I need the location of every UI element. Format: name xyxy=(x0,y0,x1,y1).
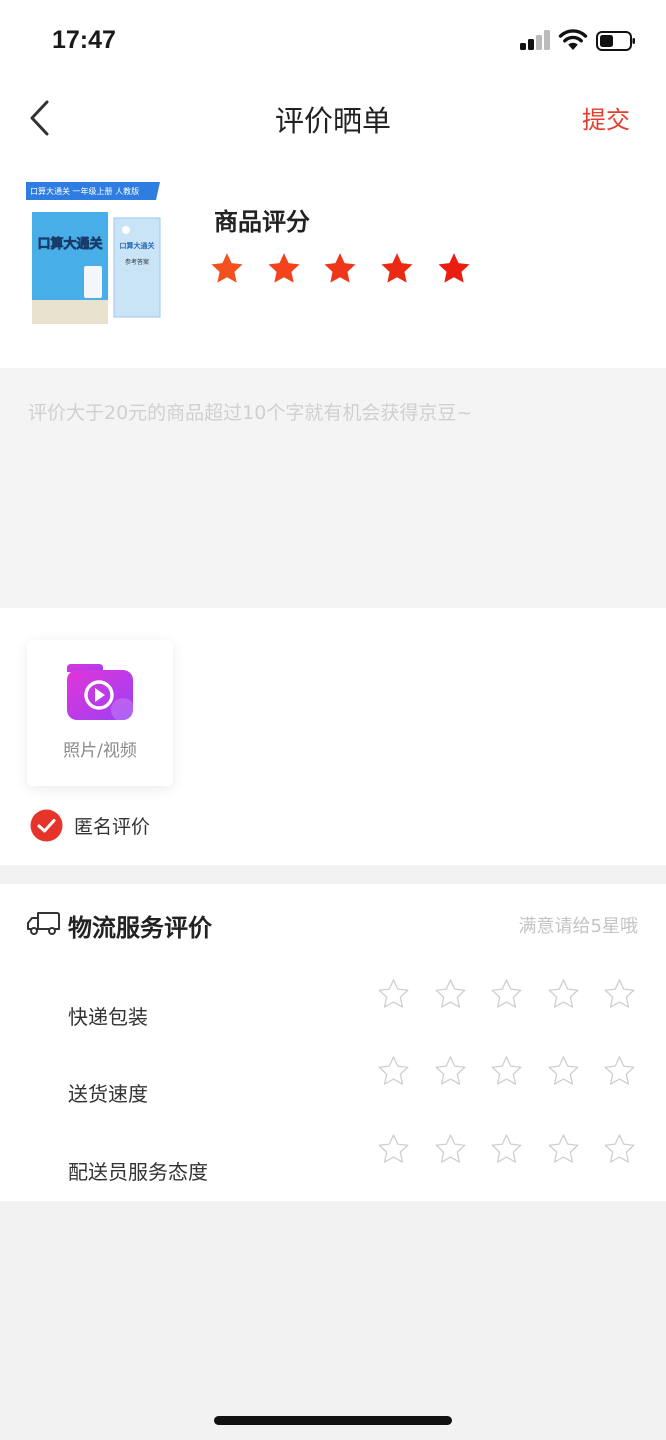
star-icon[interactable] xyxy=(321,250,359,288)
courier-attitude-rating-stars xyxy=(376,1132,659,1167)
check-circle-icon[interactable] xyxy=(30,809,63,842)
star-icon[interactable] xyxy=(489,977,524,1012)
logistics-hint: 满意请给5星哦 xyxy=(518,916,638,937)
logistics-section: 物流服务评价 满意请给5星哦 快递包装 送货速度 配送员服务态度 xyxy=(0,884,666,1201)
product-image: 口算大通关 一年级上册 人教版 口算大通关 口算大通关 参考答案 xyxy=(26,182,161,324)
status-bar: 17:47 xyxy=(0,0,666,80)
star-icon[interactable] xyxy=(376,977,411,1012)
star-icon[interactable] xyxy=(376,1054,411,1089)
star-icon[interactable] xyxy=(546,1054,581,1089)
star-icon[interactable] xyxy=(602,1132,637,1167)
rating-row-label: 快递包装 xyxy=(68,1005,148,1029)
review-area xyxy=(0,368,666,608)
product-card: 口算大通关 一年级上册 人教版 口算大通关 口算大通关 参考答案 商品评分 xyxy=(0,156,666,368)
wifi-icon xyxy=(558,29,588,50)
star-icon[interactable] xyxy=(376,1132,411,1167)
rating-row-label: 配送员服务态度 xyxy=(68,1160,208,1184)
anonymous-toggle[interactable]: 匿名评价 xyxy=(30,808,150,842)
star-icon[interactable] xyxy=(489,1132,524,1167)
battery-icon xyxy=(596,31,635,51)
logistics-title: 物流服务评价 xyxy=(68,914,212,942)
svg-text:口算大通关: 口算大通关 xyxy=(37,236,102,252)
rating-row-packaging: 快递包装 xyxy=(0,977,666,1037)
star-icon[interactable] xyxy=(489,1054,524,1089)
star-icon[interactable] xyxy=(378,250,416,288)
star-icon[interactable] xyxy=(602,1054,637,1089)
star-icon[interactable] xyxy=(546,1132,581,1167)
review-textarea[interactable] xyxy=(28,398,638,578)
star-icon[interactable] xyxy=(435,250,473,288)
svg-text:口算大通关 一年级上册 人教版: 口算大通关 一年级上册 人教版 xyxy=(30,186,139,196)
rating-row-courier-attitude: 配送员服务态度 xyxy=(0,1132,666,1192)
packaging-rating-stars xyxy=(376,977,659,1012)
star-icon[interactable] xyxy=(208,250,246,288)
upload-media-button[interactable]: 照片/视频 xyxy=(27,640,173,786)
star-icon[interactable] xyxy=(433,1054,468,1089)
product-rating-stars xyxy=(208,250,491,288)
star-icon[interactable] xyxy=(433,977,468,1012)
delivery-speed-rating-stars xyxy=(376,1054,659,1089)
svg-text:参考答案: 参考答案 xyxy=(125,258,149,266)
svg-text:口算大通关: 口算大通关 xyxy=(120,241,155,250)
star-icon[interactable] xyxy=(433,1132,468,1167)
media-section: 照片/视频 匿名评价 xyxy=(0,608,666,865)
page-title: 评价晒单 xyxy=(274,104,391,138)
nav-bar: 评价晒单 提交 xyxy=(0,80,666,156)
star-icon[interactable] xyxy=(602,977,637,1012)
status-time: 17:47 xyxy=(52,26,116,54)
submit-button[interactable]: 提交 xyxy=(582,100,630,135)
home-indicator xyxy=(214,1416,452,1425)
anonymous-label: 匿名评价 xyxy=(74,815,151,838)
product-rating-label: 商品评分 xyxy=(214,208,310,236)
signal-icon xyxy=(520,30,552,50)
rating-row-label: 送货速度 xyxy=(68,1082,148,1106)
upload-label: 照片/视频 xyxy=(63,741,137,761)
camera-video-icon xyxy=(67,664,133,720)
rating-row-delivery-speed: 送货速度 xyxy=(0,1054,666,1114)
truck-icon xyxy=(27,912,60,935)
star-icon[interactable] xyxy=(265,250,303,288)
star-icon[interactable] xyxy=(546,977,581,1012)
